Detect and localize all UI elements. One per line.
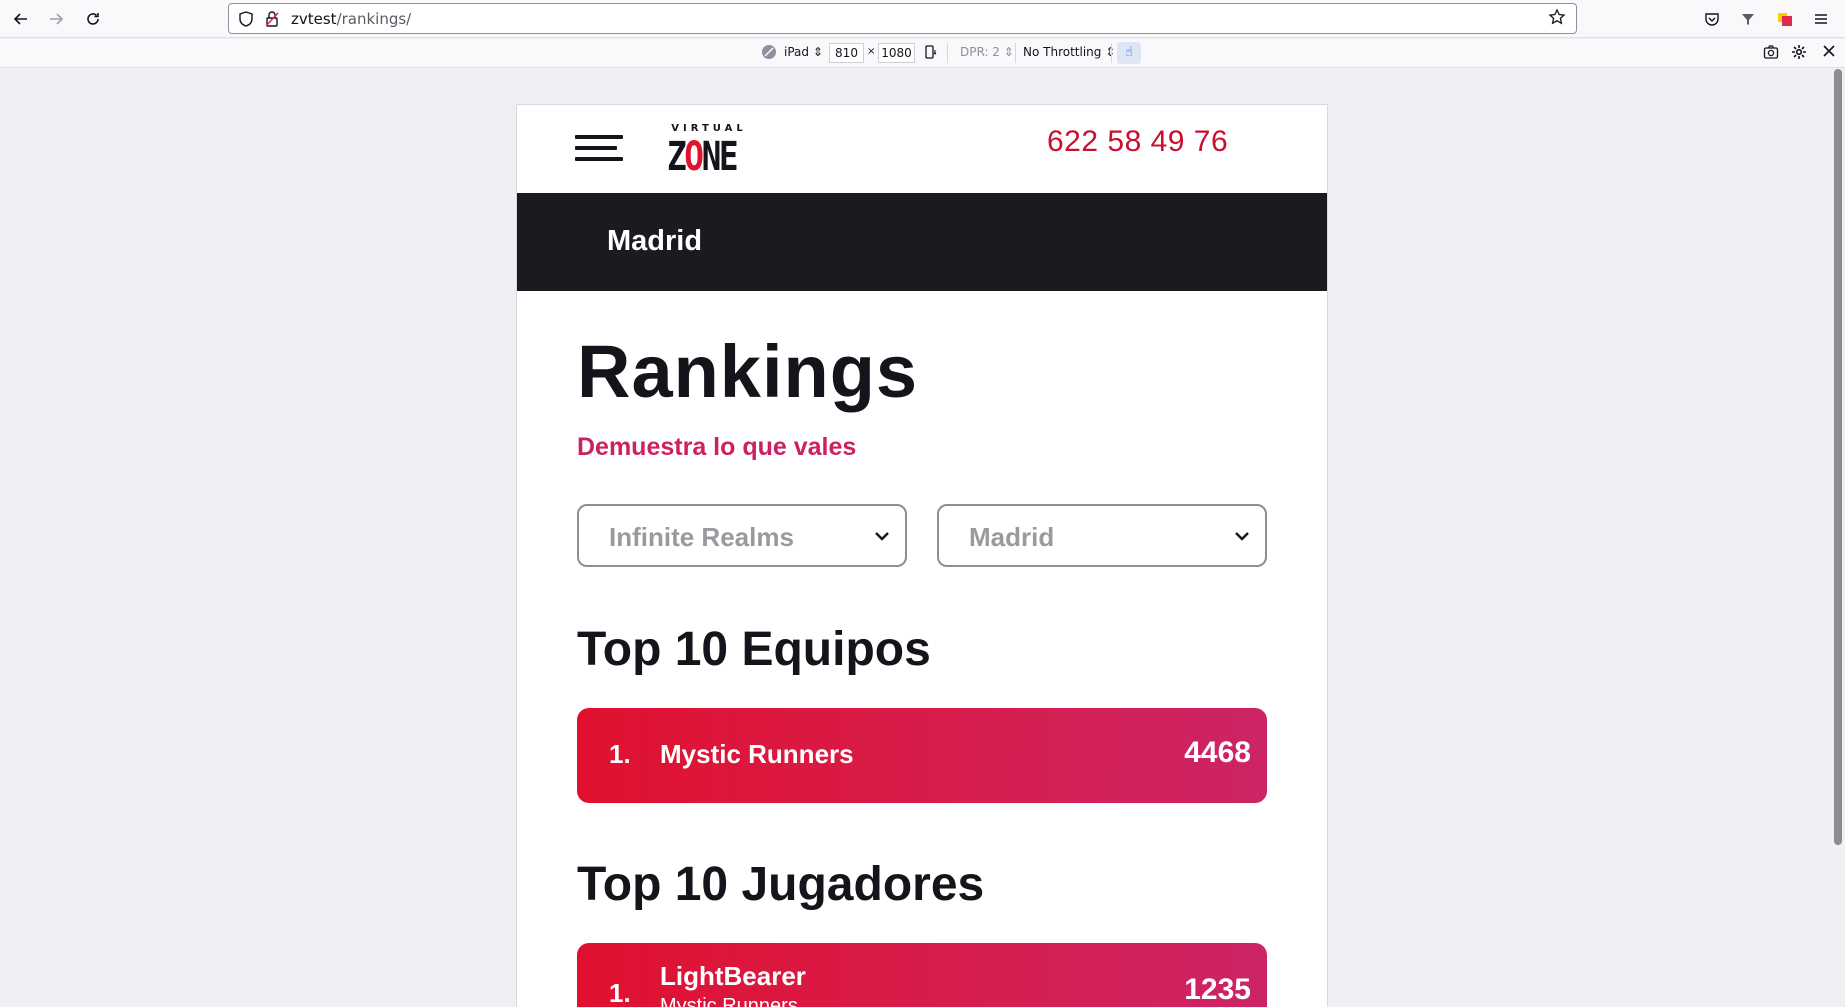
reload-icon[interactable]: [80, 6, 106, 32]
chevron-down-icon: [873, 527, 891, 545]
dpr-label: DPR: 2: [960, 45, 1000, 59]
hamburger-menu-icon[interactable]: [575, 131, 623, 165]
settings-gear-icon[interactable]: [1790, 44, 1808, 62]
team-rank-row[interactable]: 1. Mystic Runners 4468: [577, 708, 1267, 803]
dimension-separator: ×: [867, 46, 876, 57]
player-rank-name: LightBearer: [660, 961, 806, 991]
url-text[interactable]: zvtest/rankings/: [291, 10, 411, 28]
viewport-height-input[interactable]: 1080: [878, 43, 915, 63]
toolbar-separator: [1015, 43, 1016, 63]
game-select[interactable]: Infinite Realms: [577, 504, 907, 567]
logo-o: O: [684, 134, 704, 180]
viewport-width-input[interactable]: 810: [829, 43, 864, 63]
throttling-label: No Throttling: [1023, 45, 1102, 59]
extension-funnel-icon[interactable]: [1737, 8, 1759, 30]
logo-z: Z: [667, 134, 687, 180]
device-selector[interactable]: iPad ⇕: [784, 45, 823, 59]
toolbar-separator: [947, 43, 948, 63]
insecure-lock-icon[interactable]: [263, 10, 281, 28]
teams-section-title: Top 10 Equipos: [577, 623, 931, 676]
throttling-selector[interactable]: No Throttling ⇕: [1023, 45, 1115, 59]
page-scrollbar[interactable]: [1834, 69, 1842, 845]
phone-number-link[interactable]: 622 58 49 76: [1047, 125, 1228, 159]
team-rank-score: 4468: [1184, 736, 1251, 769]
url-host: zvtest: [291, 10, 337, 28]
site-header: VIRTUAL ZONE 622 58 49 76: [517, 105, 1327, 193]
dpr-dropdown-icon: ⇕: [1003, 45, 1014, 59]
device-dropdown-icon: ⇕: [812, 45, 823, 59]
url-path: /rankings/: [336, 10, 412, 28]
page-title: Rankings: [577, 330, 919, 413]
menu-icon[interactable]: [1810, 8, 1832, 30]
game-select-value: Infinite Realms: [609, 522, 794, 552]
location-select-value: Madrid: [969, 522, 1055, 552]
close-rdm-icon[interactable]: [1820, 44, 1838, 62]
team-rank-name: Mystic Runners: [660, 739, 854, 769]
players-section-title: Top 10 Jugadores: [577, 858, 985, 911]
extension-colored-icon[interactable]: [1774, 8, 1796, 30]
bookmark-star-icon[interactable]: [1546, 8, 1568, 30]
city-bar: Madrid: [517, 193, 1327, 291]
page-subtitle: Demuestra lo que vales: [577, 433, 857, 461]
dpr-selector[interactable]: DPR: 2 ⇕: [960, 45, 1014, 59]
site-logo[interactable]: VIRTUAL ZONE: [667, 123, 751, 180]
logo-virtual-text: VIRTUAL: [671, 123, 747, 134]
forward-icon[interactable]: [43, 6, 69, 32]
logo-zone-text: ZONE: [667, 134, 739, 180]
player-rank-score: 1235: [1184, 973, 1251, 1006]
chevron-down-icon: [1233, 527, 1251, 545]
url-bar[interactable]: zvtest/rankings/: [228, 3, 1577, 34]
city-name[interactable]: Madrid: [607, 225, 702, 258]
rotate-device-icon[interactable]: [922, 44, 940, 62]
shield-icon[interactable]: [237, 10, 255, 28]
pocket-icon[interactable]: [1701, 8, 1723, 30]
location-select[interactable]: Madrid: [937, 504, 1267, 567]
device-name: iPad: [784, 45, 810, 59]
touch-simulation-icon[interactable]: ☝: [1117, 42, 1141, 64]
team-rank-number: 1.: [609, 739, 631, 769]
responsive-design-toolbar: iPad ⇕ 810 × 1080 DPR: 2 ⇕ No Throttling…: [0, 39, 1845, 68]
screenshot-icon[interactable]: [1762, 44, 1780, 62]
player-rank-number: 1.: [609, 978, 631, 1007]
back-icon[interactable]: [8, 6, 34, 32]
browser-toolbar: zvtest/rankings/: [0, 0, 1845, 38]
toolbar-separator: [1111, 43, 1112, 63]
device-settings-icon[interactable]: [760, 44, 778, 62]
device-viewport: VIRTUAL ZONE 622 58 49 76 Madrid Ranking…: [516, 104, 1328, 1007]
logo-ne: NE: [701, 134, 739, 180]
player-rank-row[interactable]: 1. LightBearer Mystic Runners 1235: [577, 943, 1267, 1007]
player-rank-team: Mystic Runners: [660, 995, 798, 1007]
